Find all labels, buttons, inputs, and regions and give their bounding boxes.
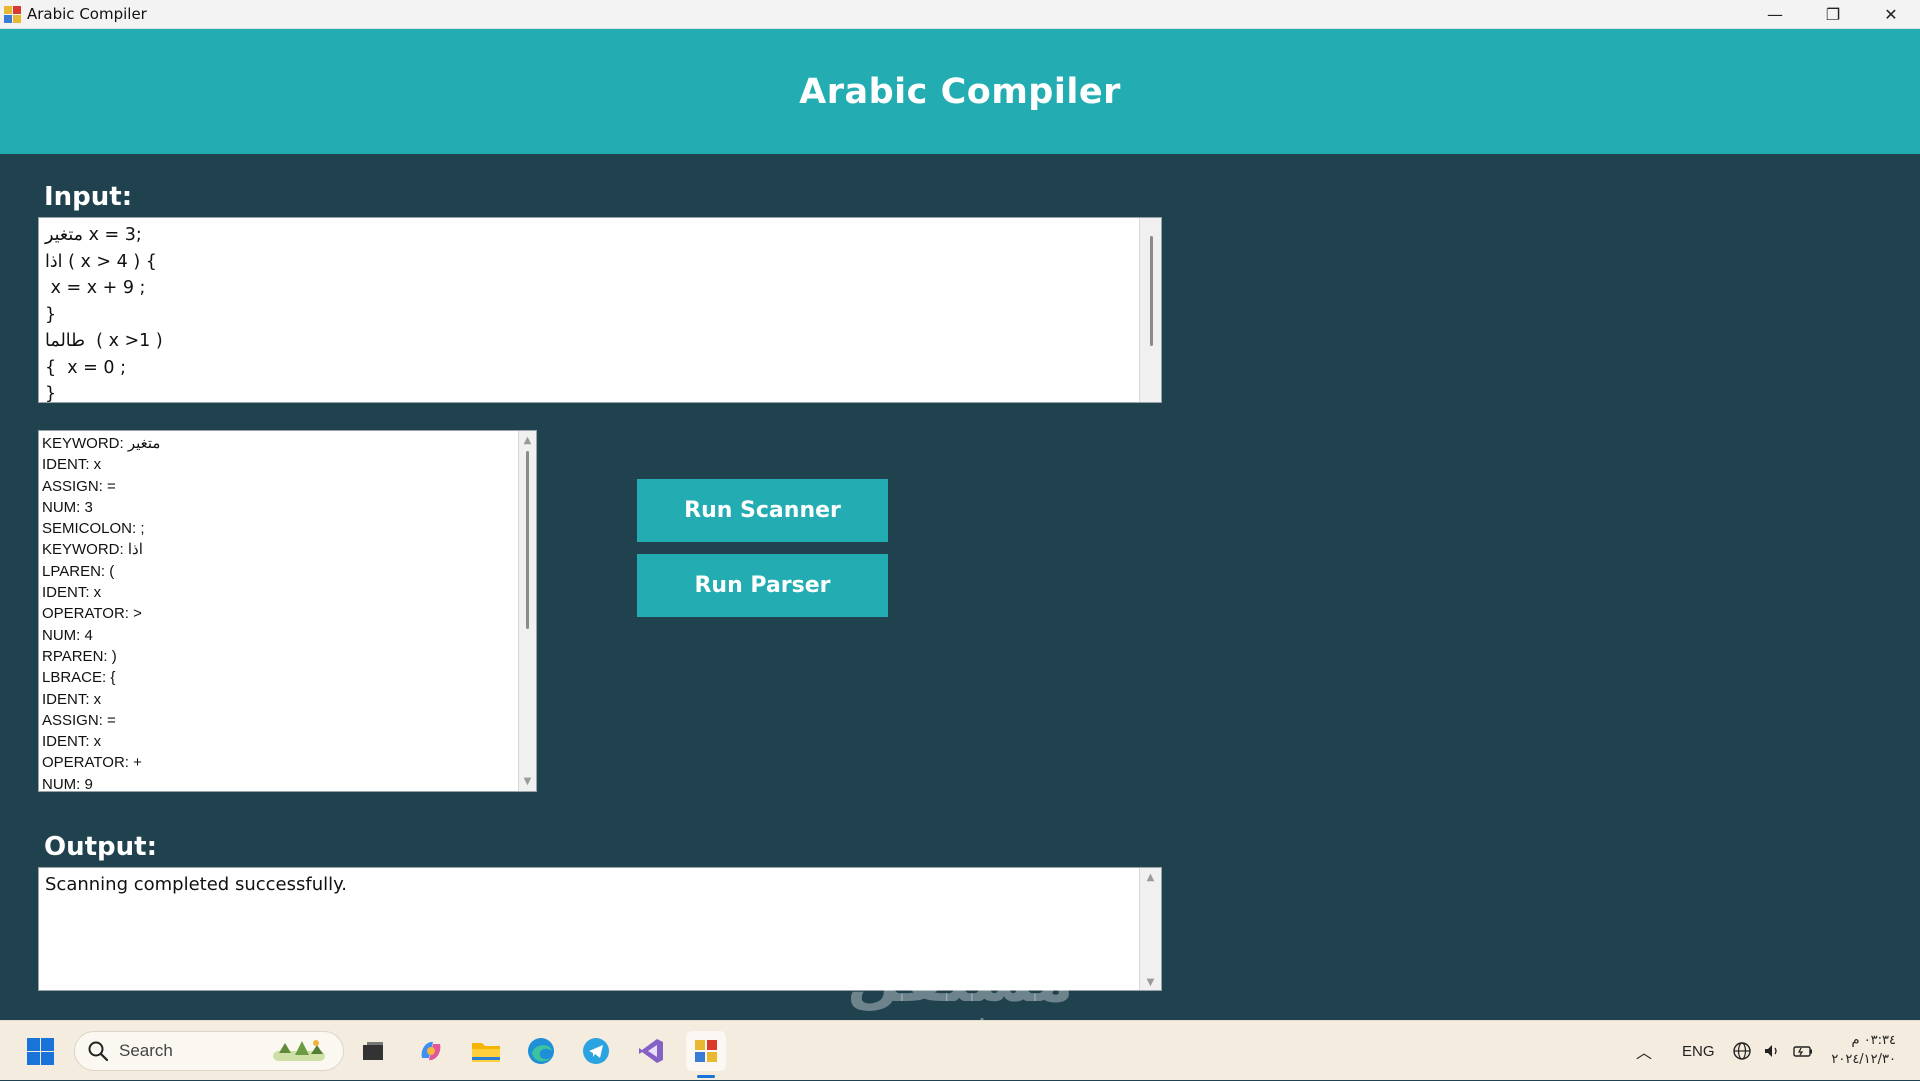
windows-start-icon[interactable] — [20, 1031, 60, 1071]
system-tray-icons[interactable] — [1732, 1021, 1814, 1081]
token-item[interactable]: KEYWORD: متغير — [42, 433, 516, 454]
token-item[interactable]: LPAREN: ( — [42, 561, 516, 582]
visual-studio-icon[interactable] — [631, 1031, 671, 1071]
restore-icon: ❐ — [1825, 5, 1841, 24]
window-title: Arabic Compiler — [27, 5, 147, 23]
window-titlebar: Arabic Compiler — ❐ ✕ — [0, 0, 1920, 29]
chevron-up-icon: ︿ — [1636, 1045, 1653, 1062]
close-icon: ✕ — [1884, 5, 1898, 24]
file-explorer-icon[interactable] — [466, 1031, 506, 1071]
minimize-icon: — — [1767, 5, 1783, 24]
edge-icon[interactable] — [521, 1031, 561, 1071]
telegram-icon[interactable] — [576, 1031, 616, 1071]
token-item[interactable]: IDENT: x — [42, 454, 516, 475]
token-list: KEYWORD: متغير IDENT: x ASSIGN: = NUM: 3 SEM… — [42, 433, 516, 791]
scroll-up-arrow-icon[interactable]: ▲ — [519, 435, 536, 446]
input-scrollbar[interactable] — [1139, 218, 1161, 402]
token-listbox[interactable]: KEYWORD: متغير IDENT: x ASSIGN: = NUM: 3 SEM… — [38, 430, 537, 792]
token-item[interactable]: OPERATOR: > — [42, 603, 516, 624]
token-item[interactable]: IDENT: x — [42, 582, 516, 603]
taskbar: ︿ ENG ٠٣:٣٤ م ٢٠٢٤/١٢/٣٠ — [0, 1020, 1920, 1080]
output-scrollbar[interactable]: ▲ ▼ — [1139, 868, 1161, 990]
show-hidden-icons-button[interactable]: ︿ — [1636, 1021, 1652, 1081]
taskbar-clock[interactable]: ٠٣:٣٤ م ٢٠٢٤/١٢/٣٠ — [1831, 1031, 1896, 1069]
clock-time: ٠٣:٣٤ م — [1851, 1033, 1897, 1048]
input-label: Input: — [44, 182, 133, 212]
token-item[interactable]: IDENT: x — [42, 689, 516, 710]
restore-button[interactable]: ❐ — [1804, 0, 1862, 29]
output-text: Scanning completed successfully. — [45, 874, 347, 895]
run-parser-button[interactable]: Run Parser — [637, 554, 888, 617]
arabic-compiler-app-icon[interactable] — [686, 1031, 726, 1071]
input-code-textbox[interactable]: متغير x = 3; اذا ( x > 4 ) { x = x + 9 ;… — [38, 217, 1162, 403]
task-view-icon[interactable] — [353, 1031, 393, 1071]
close-button[interactable]: ✕ — [1862, 0, 1920, 29]
app-header-title: Arabic Compiler — [799, 71, 1121, 112]
output-label: Output: — [44, 832, 157, 862]
token-scrollbar[interactable]: ▲ ▼ — [518, 431, 536, 791]
clock-date: ٢٠٢٤/١٢/٣٠ — [1831, 1052, 1896, 1067]
token-item[interactable]: KEYWORD: اذا — [42, 539, 516, 560]
volume-icon — [1765, 1045, 1777, 1057]
token-scrollbar-thumb[interactable] — [526, 451, 529, 629]
app-icon — [4, 5, 21, 23]
token-item[interactable]: IDENT: x — [42, 731, 516, 752]
token-item[interactable]: OPERATOR: + — [42, 752, 516, 773]
taskbar-search[interactable] — [74, 1031, 344, 1071]
token-item[interactable]: RPAREN: ) — [42, 646, 516, 667]
search-icon — [88, 1041, 109, 1062]
token-item[interactable]: LBRACE: { — [42, 667, 516, 688]
token-item[interactable]: ASSIGN: = — [42, 710, 516, 731]
scroll-down-arrow-icon[interactable]: ▼ — [1140, 977, 1161, 988]
battery-icon — [1793, 1046, 1812, 1057]
token-item[interactable]: SEMICOLON: ; — [42, 518, 516, 539]
language-indicator[interactable]: ENG — [1682, 1021, 1715, 1081]
token-item[interactable]: ASSIGN: = — [42, 476, 516, 497]
input-code-text[interactable]: متغير x = 3; اذا ( x > 4 ) { x = x + 9 ;… — [45, 222, 1135, 402]
token-item[interactable]: NUM: 3 — [42, 497, 516, 518]
scroll-up-arrow-icon[interactable]: ▲ — [1140, 872, 1161, 883]
network-globe-icon — [1733, 1042, 1751, 1060]
minimize-button[interactable]: — — [1746, 0, 1804, 29]
token-item[interactable]: NUM: 9 — [42, 774, 516, 791]
output-textbox[interactable]: Scanning completed successfully. ▲ ▼ — [38, 867, 1162, 991]
scroll-down-arrow-icon[interactable]: ▼ — [519, 776, 536, 787]
run-scanner-button[interactable]: Run Scanner — [637, 479, 888, 542]
copilot-icon[interactable] — [411, 1031, 451, 1071]
input-scrollbar-thumb[interactable] — [1150, 236, 1153, 346]
search-highlight-icon — [273, 1040, 325, 1061]
token-item[interactable]: NUM: 4 — [42, 625, 516, 646]
search-input[interactable] — [117, 1040, 271, 1062]
app-header: Arabic Compiler — [0, 29, 1920, 154]
active-app-indicator — [697, 1075, 715, 1078]
